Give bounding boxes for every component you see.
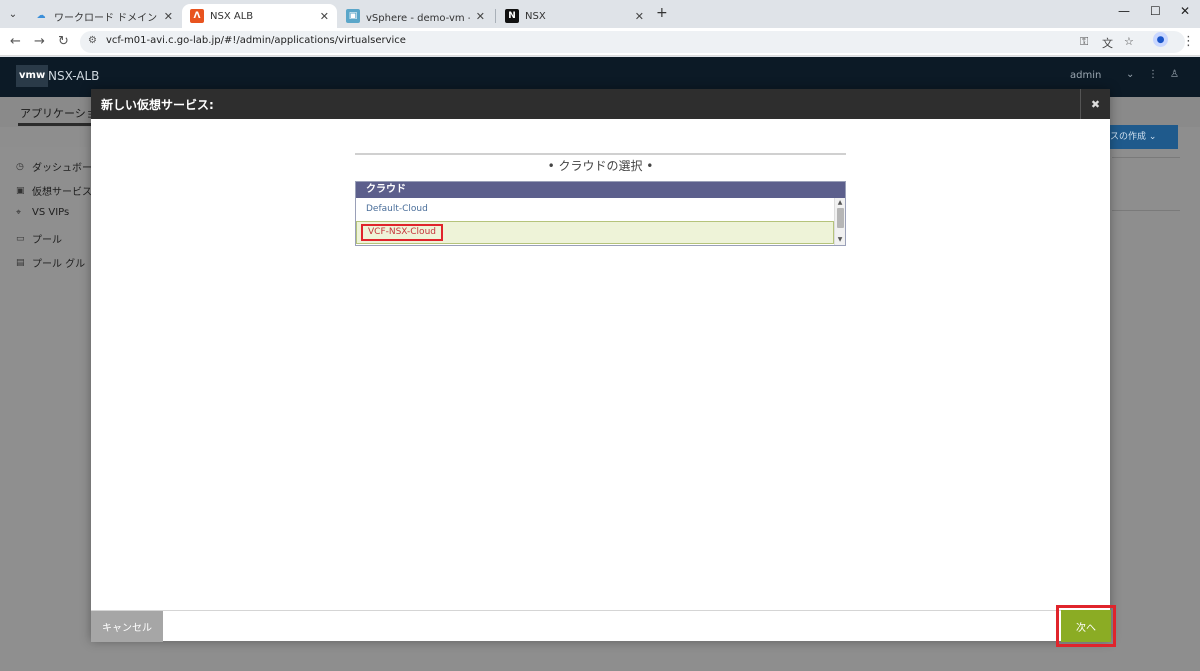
close-tab-icon[interactable]: ✕	[320, 10, 329, 23]
sidebar-item-label: ダッシュボー	[32, 163, 92, 174]
modal-footer: キャンセル 次へ	[91, 605, 1116, 647]
dashboard-icon: ◷	[16, 161, 24, 172]
back-icon[interactable]: ←	[10, 34, 21, 49]
cloud-option-label: Default-Cloud	[366, 204, 428, 214]
browser-tab-bar: ⌄ ☁ ワークロード ドメイン - サマリ ✕ Λ NSX ALB ✕ ▣ vS…	[0, 0, 1200, 28]
cloud-selection-panel: • クラウドの選択 • クラウド Default-Cloud VCF-NSX-C…	[355, 153, 846, 246]
star-icon[interactable]: ☆	[1124, 35, 1134, 48]
nsx-alb-icon: Λ	[190, 9, 204, 23]
tab-title: NSX	[525, 10, 546, 22]
browser-toolbar: ← → ↻ ⚙ vcf-m01-avi.c.go-lab.jp/#!/admin…	[0, 28, 1200, 56]
tab-separator	[495, 9, 496, 23]
browser-tab-vsphere[interactable]: ▣ vSphere - demo-vm - 仮想マシン ✕	[338, 4, 493, 28]
tab-applications[interactable]: アプリケーショ	[20, 105, 97, 121]
sidebar-item-dashboard[interactable]: ◷ ダッシュボー	[16, 159, 92, 175]
next-button[interactable]: 次へ	[1061, 610, 1111, 642]
list-scrollbar[interactable]: ▲ ▼	[834, 198, 845, 245]
sidebar-item-pool-groups[interactable]: ▤ プール グル	[16, 255, 86, 271]
scroll-up-icon[interactable]: ▲	[835, 199, 845, 207]
pool-icon: ▭	[16, 233, 25, 244]
sidebar-item-label: 仮想サービス	[32, 187, 92, 198]
forward-icon[interactable]: →	[34, 34, 45, 49]
close-window-icon[interactable]: ✕	[1180, 4, 1190, 18]
pool-group-icon: ▤	[16, 257, 25, 268]
tab-title: NSX ALB	[210, 10, 254, 22]
menu-icon[interactable]: ⋮	[1182, 34, 1195, 49]
cloud-list[interactable]: クラウド Default-Cloud VCF-NSX-Cloud ▲ ▼	[355, 181, 846, 246]
scroll-thumb[interactable]	[837, 208, 844, 228]
vmw-logo: vmw	[16, 65, 49, 87]
close-tab-icon[interactable]: ✕	[635, 10, 644, 23]
modal-title: 新しい仮想サービス:	[101, 98, 214, 112]
url-text: vcf-m01-avi.c.go-lab.jp/#!/admin/applica…	[106, 35, 406, 46]
new-tab-button[interactable]: +	[656, 5, 668, 21]
tab-title: ワークロード ドメイン - サマリ	[54, 12, 158, 24]
reload-icon[interactable]: ↻	[58, 34, 69, 49]
cloud-option-default[interactable]: Default-Cloud	[356, 198, 834, 221]
sidebar-item-vs-vips[interactable]: ⌖ VS VIPs	[16, 207, 69, 218]
create-button-label: スの作成	[1110, 132, 1147, 142]
app-title: NSX-ALB	[48, 69, 100, 83]
cloud-list-body: Default-Cloud VCF-NSX-Cloud ▲ ▼	[356, 198, 845, 245]
table-area	[1112, 157, 1180, 211]
profile-avatar-icon[interactable]: ●	[1153, 32, 1168, 47]
tab-title: vSphere - demo-vm - 仮想マシン	[366, 12, 470, 24]
key-icon[interactable]: ⚿	[1080, 35, 1088, 49]
vsphere-icon: ▣	[346, 9, 360, 23]
scroll-down-icon[interactable]: ▼	[835, 236, 845, 244]
tab-search-button[interactable]: ⌄	[4, 5, 22, 23]
minimize-icon[interactable]: —	[1118, 4, 1130, 18]
close-icon[interactable]: ✖	[1080, 89, 1110, 119]
site-info-icon[interactable]: ⚙	[88, 35, 97, 46]
cloud-icon: ☁	[36, 11, 46, 21]
address-bar[interactable]: ⚙ vcf-m01-avi.c.go-lab.jp/#!/admin/appli…	[80, 31, 1185, 53]
sidebar-item-label: VS VIPs	[32, 207, 70, 218]
more-options-icon[interactable]: ⋮	[1148, 69, 1158, 80]
selected-cloud-label: VCF-NSX-Cloud	[361, 224, 443, 241]
user-icon[interactable]: ♙	[1170, 69, 1179, 80]
sidebar-item-pools[interactable]: ▭ プール	[16, 231, 62, 247]
sidebar-item-label: プール グル	[32, 259, 86, 270]
chevron-down-icon[interactable]: ⌄	[1126, 69, 1134, 80]
active-tab-indicator	[18, 123, 98, 126]
new-virtual-service-modal: 新しい仮想サービス: ✖ • クラウドの選択 • クラウド Default-Cl…	[91, 89, 1116, 647]
nsx-icon: N	[505, 9, 519, 23]
section-heading: • クラウドの選択 •	[355, 153, 846, 175]
close-tab-icon[interactable]: ✕	[164, 10, 173, 23]
create-virtual-service-button[interactable]: スの作成 ⌄	[1100, 125, 1178, 149]
maximize-icon[interactable]: ☐	[1150, 4, 1161, 18]
sidebar-item-virtual-services[interactable]: ▣ 仮想サービス	[16, 183, 92, 199]
cancel-button[interactable]: キャンセル	[91, 611, 163, 642]
user-menu[interactable]: admin	[1070, 70, 1101, 81]
translate-icon[interactable]: 文	[1102, 35, 1113, 51]
browser-tab-workload-domain[interactable]: ☁ ワークロード ドメイン - サマリ ✕	[26, 4, 181, 28]
sidebar-item-label: プール	[32, 235, 62, 246]
location-pin-icon: ⌖	[16, 207, 22, 218]
modal-header: 新しい仮想サービス: ✖	[91, 89, 1110, 119]
browser-tab-nsx[interactable]: N NSX ✕	[497, 4, 652, 28]
virtual-service-icon: ▣	[16, 185, 25, 196]
cloud-list-header: クラウド	[356, 182, 845, 198]
cloud-option-vcf-nsx[interactable]: VCF-NSX-Cloud	[356, 221, 834, 244]
browser-tab-nsx-alb[interactable]: Λ NSX ALB ✕	[182, 4, 337, 28]
close-tab-icon[interactable]: ✕	[476, 10, 485, 23]
